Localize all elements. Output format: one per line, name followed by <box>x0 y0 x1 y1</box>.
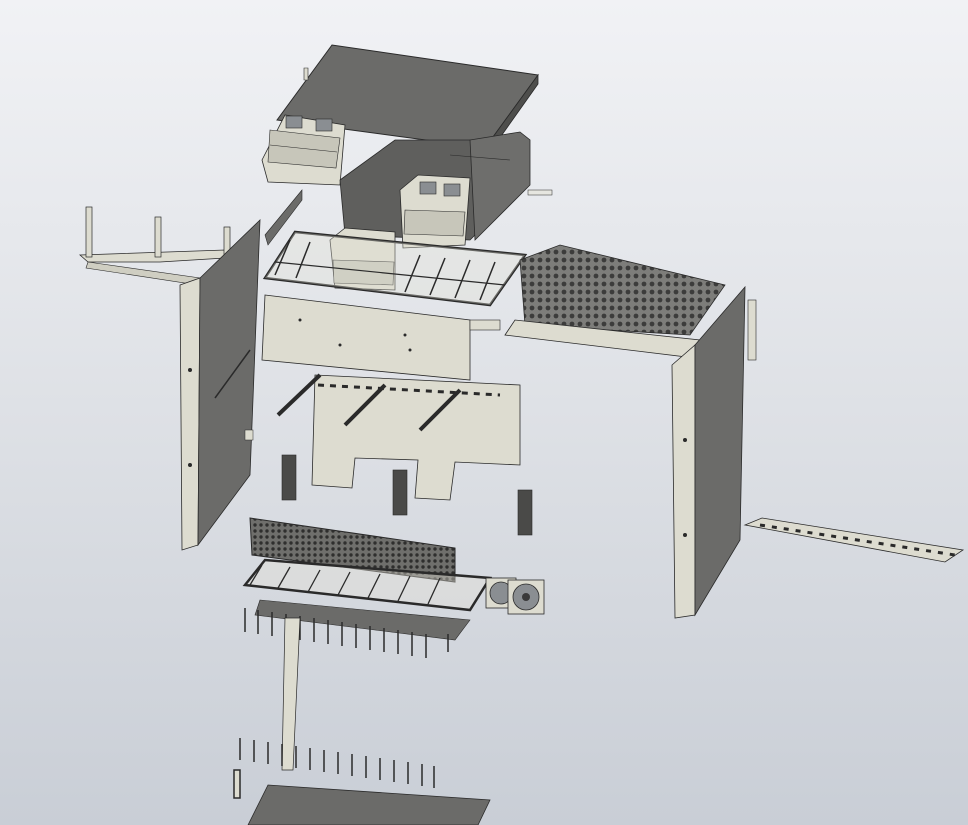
cooling-fans[interactable] <box>485 577 545 615</box>
lower-connectors-row[interactable] <box>233 738 435 799</box>
exploded-assembly[interactable] <box>0 0 968 825</box>
backplane-board[interactable] <box>311 374 521 501</box>
right-connector-strip[interactable] <box>743 517 965 563</box>
right-side-panel[interactable] <box>671 285 746 619</box>
upper-fan-bracket[interactable] <box>261 114 346 186</box>
front-mid-panel[interactable] <box>261 294 501 381</box>
ribbon-cable <box>281 617 301 771</box>
card-cage-frame[interactable] <box>262 230 528 307</box>
base-plate[interactable] <box>247 784 491 825</box>
cad-viewport[interactable] <box>0 0 968 825</box>
